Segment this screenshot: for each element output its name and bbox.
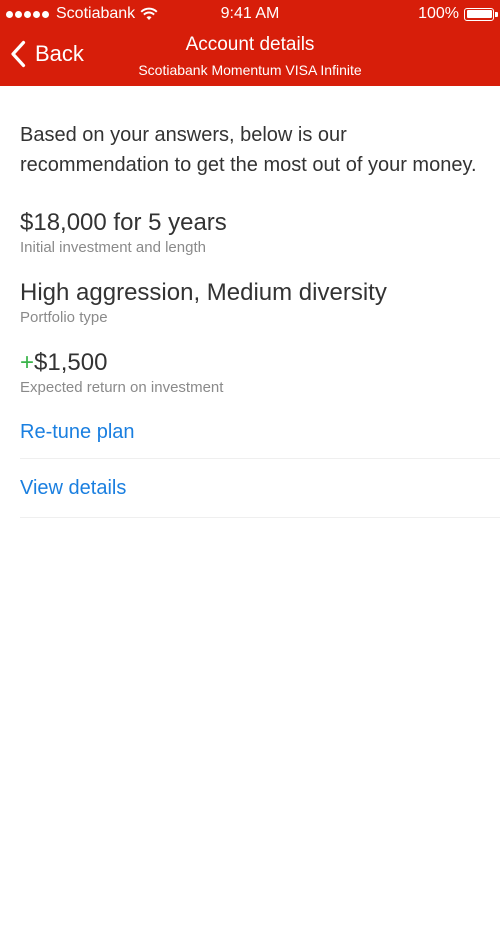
portfolio-caption: Portfolio type: [20, 309, 108, 326]
return-caption: Expected return on investment: [20, 379, 224, 396]
retune-plan-link[interactable]: Re-tune plan: [20, 408, 500, 459]
status-bar: Scotiabank 9:41 AM 100%: [0, 0, 500, 30]
return-block: +$1,500 Expected return on investment: [20, 348, 500, 398]
investment-block: $18,000 for 5 years Initial investment a…: [20, 208, 500, 258]
app-header: Scotiabank 9:41 AM 100% Back Account det…: [0, 0, 500, 86]
page-title: Account details: [185, 34, 315, 55]
portfolio-block: High aggression, Medium diversity Portfo…: [20, 278, 500, 328]
battery-percentage: 100%: [418, 5, 459, 22]
intro-text: Based on your answers, below is our reco…: [20, 124, 477, 176]
main-content: Based on your answers, below is our reco…: [20, 86, 500, 518]
battery-icon: [464, 7, 498, 21]
view-details-link[interactable]: View details: [20, 459, 500, 518]
investment-value: $18,000 for 5 years: [20, 209, 227, 236]
status-right: 100%: [418, 5, 498, 23]
return-value: $1,500: [34, 349, 108, 376]
page-subtitle: Scotiabank Momentum VISA Infinite: [138, 62, 362, 78]
return-line: +$1,500: [20, 348, 500, 378]
investment-caption: Initial investment and length: [20, 239, 206, 256]
portfolio-value: High aggression, Medium diversity: [20, 279, 387, 306]
positive-sign: +: [20, 349, 35, 376]
